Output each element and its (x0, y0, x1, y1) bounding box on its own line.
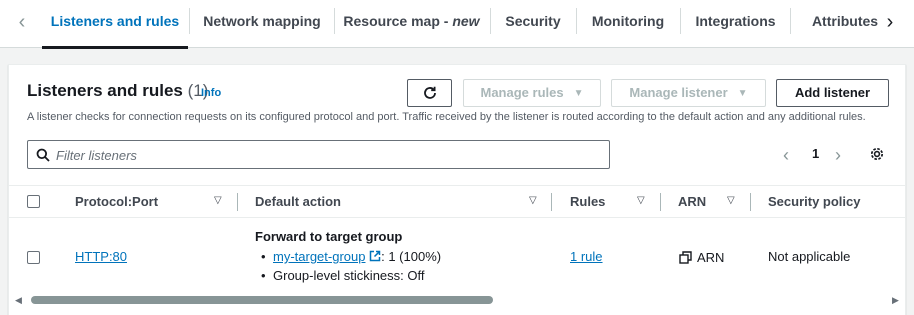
arn-label: ARN (697, 250, 725, 265)
page-title: Listeners and rules (1) (27, 81, 208, 101)
listeners-panel: Listeners and rules (1) Info A listener … (8, 64, 906, 315)
tab-network-mapping[interactable]: Network mapping (190, 0, 334, 48)
security-policy-value: Not applicable (768, 249, 851, 264)
horizontal-scrollbar[interactable]: ◀ ▶ (9, 293, 905, 307)
tab-bar: ‹ Listeners and rules Network mapping Re… (0, 0, 914, 49)
caret-down-icon: ▼ (573, 88, 584, 99)
copy-icon (679, 251, 692, 264)
tab-label: Security (505, 13, 561, 29)
tabs-scroll-right-icon[interactable]: › (880, 10, 900, 34)
filter-input[interactable] (56, 145, 596, 165)
column-security-policy[interactable]: Security policy (768, 194, 860, 209)
protocol-port-link[interactable]: HTTP:80 (75, 249, 127, 264)
manage-listener-button[interactable]: Manage listener ▼ (611, 79, 766, 107)
tab-label: Attributes (811, 13, 879, 29)
column-rules[interactable]: Rules (570, 194, 605, 209)
add-listener-label: Add listener (794, 85, 871, 100)
add-listener-button[interactable]: Add listener (776, 79, 889, 107)
tab-resource-map[interactable]: Resource map - new (335, 0, 488, 48)
tab-label: Integrations (695, 13, 776, 29)
panel-description: A listener checks for connection request… (27, 111, 866, 123)
column-protocol-port[interactable]: Protocol:Port (75, 194, 158, 209)
sort-icon[interactable]: ▽ (214, 195, 222, 206)
tab-new-badge: new (452, 13, 480, 29)
target-group-item: my-target-group : 1 (100%) (261, 249, 442, 264)
manage-listener-label: Manage listener (629, 85, 728, 100)
rules-link[interactable]: 1 rule (570, 249, 603, 264)
external-link-icon[interactable] (369, 250, 381, 262)
default-action-title: Forward to target group (255, 229, 403, 244)
arn-copy[interactable]: ARN (679, 250, 724, 265)
select-all-checkbox[interactable] (27, 195, 40, 208)
target-weight: : 1 (100%) (381, 249, 442, 264)
tab-monitoring[interactable]: Monitoring (577, 0, 679, 48)
refresh-icon (423, 86, 436, 99)
tab-label: Network mapping (203, 13, 321, 29)
tab-label: Listeners and rules (50, 13, 180, 29)
sort-icon[interactable]: ▽ (637, 195, 645, 206)
tab-integrations[interactable]: Integrations (681, 0, 790, 48)
scroll-left-icon[interactable]: ◀ (15, 295, 22, 306)
tab-listeners-and-rules[interactable]: Listeners and rules (42, 0, 188, 49)
sort-icon[interactable]: ▽ (529, 195, 537, 206)
gear-icon[interactable] (869, 146, 885, 162)
tab-security[interactable]: Security (491, 0, 575, 48)
column-default-action[interactable]: Default action (255, 194, 341, 209)
column-arn[interactable]: ARN (678, 194, 706, 209)
next-page-icon[interactable]: › (835, 145, 841, 166)
tab-label: Monitoring (591, 13, 665, 29)
tabs-scroll-left-icon[interactable]: ‹ (12, 10, 32, 34)
search-icon (36, 148, 50, 162)
stickiness-item: Group-level stickiness: Off (261, 268, 425, 283)
table-header: Protocol:Port ▽ Default action ▽ Rules ▽… (9, 185, 905, 218)
caret-down-icon: ▼ (737, 88, 748, 99)
filter-box (27, 140, 610, 169)
info-link[interactable]: Info (201, 87, 221, 99)
title-text: Listeners and rules (27, 81, 183, 100)
tab-label: Resource map - (343, 13, 453, 29)
row-select-checkbox[interactable] (27, 251, 40, 264)
manage-rules-label: Manage rules (480, 85, 564, 100)
manage-rules-button[interactable]: Manage rules ▼ (463, 79, 601, 107)
current-page[interactable]: 1 (812, 146, 819, 161)
scroll-thumb[interactable] (31, 296, 493, 304)
refresh-button[interactable] (407, 79, 452, 107)
sort-icon[interactable]: ▽ (727, 195, 735, 206)
scroll-right-icon[interactable]: ▶ (892, 295, 899, 306)
target-group-link[interactable]: my-target-group (273, 249, 365, 264)
previous-page-icon[interactable]: ‹ (783, 145, 789, 166)
